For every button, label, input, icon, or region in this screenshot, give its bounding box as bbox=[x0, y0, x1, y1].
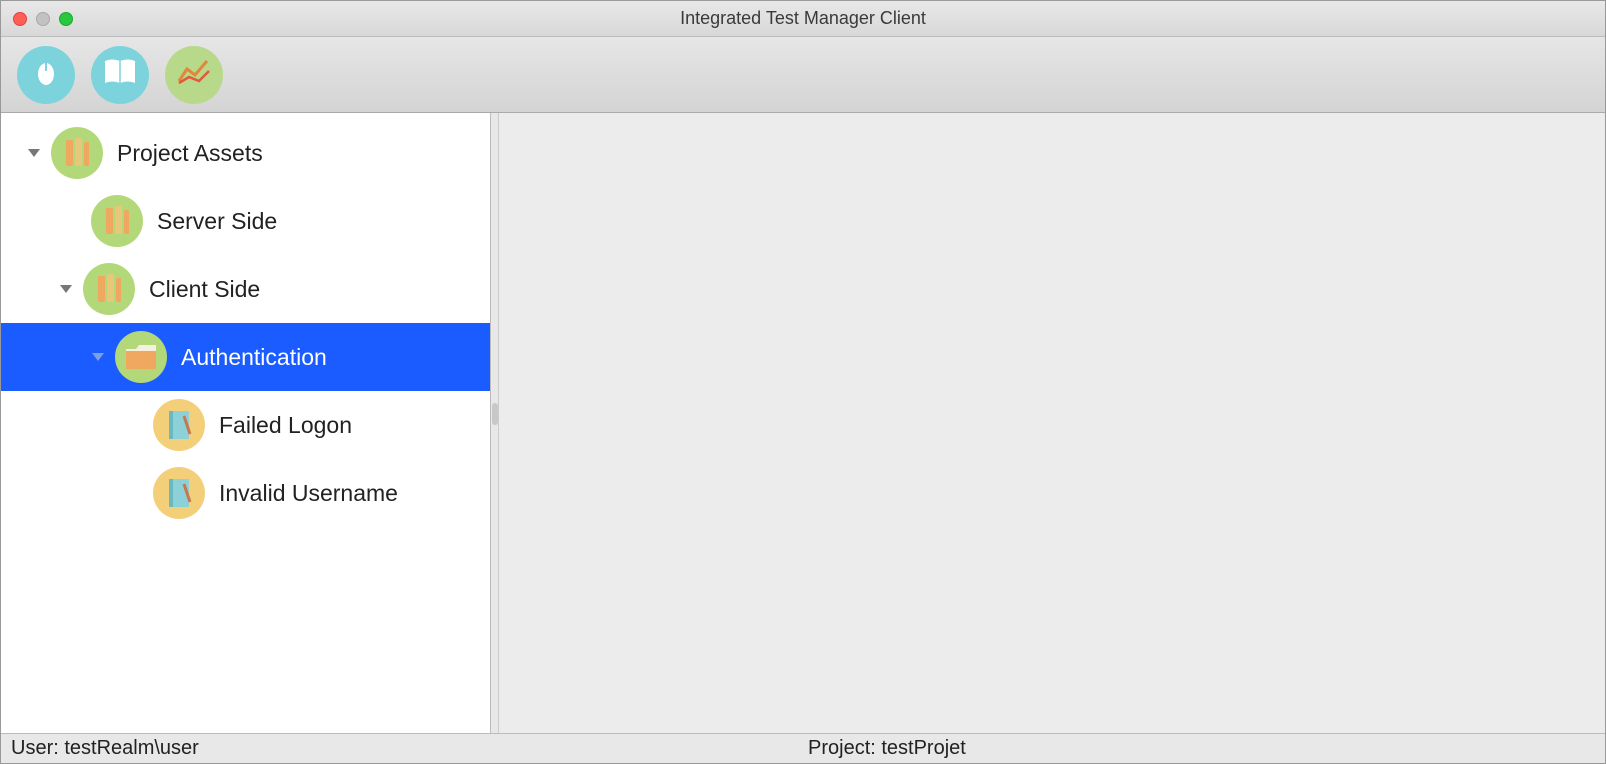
toolbar bbox=[1, 37, 1605, 113]
status-project: Project: testProjet bbox=[808, 737, 1605, 760]
status-user-prefix: User: bbox=[11, 737, 64, 759]
books-icon bbox=[83, 263, 135, 315]
content-area: Project Assets Server Side Client Side bbox=[1, 113, 1605, 733]
notebook-icon bbox=[153, 399, 205, 451]
tree-label: Failed Logon bbox=[219, 412, 352, 439]
book-tool-button[interactable] bbox=[91, 46, 149, 104]
book-icon bbox=[103, 57, 137, 92]
status-user-value: testRealm\user bbox=[64, 737, 199, 759]
detail-pane bbox=[499, 113, 1605, 733]
app-window: Integrated Test Manager Client bbox=[0, 0, 1606, 764]
statusbar: User: testRealm\user Project: testProjet bbox=[1, 733, 1605, 763]
notebook-icon bbox=[153, 467, 205, 519]
tree-item-authentication[interactable]: Authentication bbox=[1, 323, 490, 391]
mouse-icon bbox=[31, 57, 61, 92]
tree-label: Invalid Username bbox=[219, 480, 398, 507]
titlebar: Integrated Test Manager Client bbox=[1, 1, 1605, 37]
tree-item-project-assets[interactable]: Project Assets bbox=[1, 119, 490, 187]
tree-item-invalid-username[interactable]: Invalid Username bbox=[1, 459, 490, 527]
books-icon bbox=[51, 127, 103, 179]
tree-label: Authentication bbox=[181, 344, 327, 371]
splitter-handle[interactable] bbox=[491, 113, 499, 733]
status-project-value: testProjet bbox=[881, 737, 965, 759]
status-user: User: testRealm\user bbox=[1, 737, 808, 760]
disclosure-triangle-icon[interactable] bbox=[25, 144, 43, 162]
maximize-button[interactable] bbox=[59, 12, 73, 26]
folder-icon bbox=[115, 331, 167, 383]
minimize-button[interactable] bbox=[36, 12, 50, 26]
chart-icon bbox=[177, 57, 211, 92]
chart-tool-button[interactable] bbox=[165, 46, 223, 104]
close-button[interactable] bbox=[13, 12, 27, 26]
tree-item-server-side[interactable]: Server Side bbox=[1, 187, 490, 255]
tree-item-client-side[interactable]: Client Side bbox=[1, 255, 490, 323]
disclosure-triangle-icon[interactable] bbox=[89, 348, 107, 366]
status-project-prefix: Project: bbox=[808, 737, 881, 759]
tree-item-failed-logon[interactable]: Failed Logon bbox=[1, 391, 490, 459]
window-title: Integrated Test Manager Client bbox=[680, 8, 926, 29]
books-icon bbox=[91, 195, 143, 247]
tree-label: Client Side bbox=[149, 276, 260, 303]
mouse-tool-button[interactable] bbox=[17, 46, 75, 104]
tree-label: Server Side bbox=[157, 208, 277, 235]
disclosure-triangle-icon[interactable] bbox=[57, 280, 75, 298]
tree-label: Project Assets bbox=[117, 140, 263, 167]
traffic-lights bbox=[13, 12, 73, 26]
tree-sidebar: Project Assets Server Side Client Side bbox=[1, 113, 491, 733]
